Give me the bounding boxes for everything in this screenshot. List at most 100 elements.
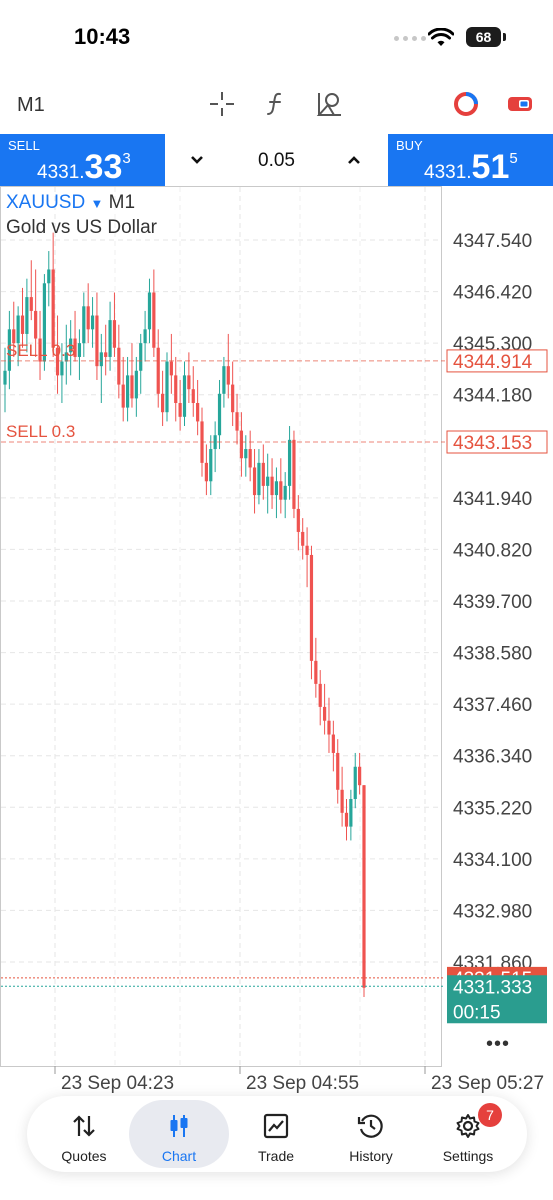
candle-body — [349, 798, 353, 827]
bottom-navigation: Quotes Chart Trade History Settings — [27, 1096, 527, 1172]
candle-body — [248, 449, 252, 468]
price-axis-label: 4336.340 — [453, 747, 532, 768]
candlestick-icon — [170, 1115, 188, 1137]
price-axis-label: 4341.940 — [453, 489, 532, 510]
nav-quotes[interactable]: Quotes — [34, 1100, 134, 1168]
candle-body — [161, 393, 165, 413]
candle-body — [279, 481, 283, 500]
candle-body — [244, 449, 248, 459]
candle-body — [353, 766, 357, 799]
candle-body — [327, 720, 331, 735]
one-click-trade-bar: SELL 4331.333 0.05 BUY 4331.515 — [0, 134, 553, 186]
crosshair-icon[interactable] — [208, 90, 236, 118]
timeframe-button[interactable]: M1 — [17, 94, 45, 117]
candle-body — [187, 375, 191, 390]
candle-body — [86, 306, 90, 330]
candle-body — [20, 315, 25, 334]
status-time: 10:43 — [74, 24, 131, 49]
buy-button[interactable]: BUY 4331.515 — [388, 134, 553, 186]
battery-tip — [503, 33, 506, 41]
candle-body — [292, 439, 296, 509]
price-axis-label: 4344.180 — [453, 386, 532, 407]
candle-body — [60, 361, 64, 376]
candle-body — [16, 315, 20, 344]
trade-toggle-icon[interactable] — [506, 90, 534, 118]
bar-timer-label: 00:15 — [453, 1002, 501, 1023]
candle-body — [336, 752, 340, 790]
notification-badge: 7 — [478, 1103, 502, 1127]
trend-chart-icon — [263, 1113, 289, 1139]
sell-button[interactable]: SELL 4331.333 — [0, 134, 165, 186]
order-label: SELL 0.3 — [6, 422, 75, 441]
candle-body — [169, 361, 173, 376]
candle-body — [252, 467, 257, 496]
candle-body — [139, 343, 143, 371]
objects-icon[interactable] — [316, 90, 344, 118]
candle-body — [266, 476, 270, 486]
price-axis-label: 4338.580 — [453, 644, 532, 665]
arrows-updown-icon — [73, 1115, 95, 1137]
price-axis-label: 4335.220 — [453, 798, 532, 819]
one-click-trading-icon[interactable] — [452, 90, 480, 118]
candle-body — [77, 343, 82, 357]
candle-body — [174, 375, 178, 404]
price-axis-label: 4346.420 — [453, 283, 532, 304]
nav-chart[interactable]: Chart — [129, 1100, 229, 1168]
price-axis-label: 4337.460 — [453, 695, 532, 716]
candle-body — [156, 347, 160, 394]
chart-canvas[interactable]: 4347.5404346.4204345.3004344.1804341.940… — [0, 186, 553, 1100]
candle-body — [25, 297, 29, 334]
candle-body — [191, 389, 195, 404]
candle-body — [309, 554, 314, 661]
candle-body — [209, 449, 213, 482]
indicators-icon[interactable] — [262, 90, 290, 118]
bid-price-label: 4331.333 — [453, 977, 532, 998]
candle-body — [239, 430, 244, 459]
sell-label: SELL — [8, 138, 40, 153]
candle-body — [204, 462, 208, 482]
price-axis-label: 4340.820 — [453, 540, 532, 561]
candle-body — [331, 734, 335, 753]
candle-body — [165, 361, 169, 413]
candle-body — [314, 660, 318, 684]
candle-body — [95, 315, 99, 367]
candle-body — [261, 462, 265, 486]
sell-price: 4331.333 — [37, 148, 131, 186]
price-axis-label: 4339.700 — [453, 592, 532, 613]
nav-history[interactable]: History — [321, 1100, 421, 1168]
candle-body — [358, 766, 362, 786]
order-price-label: 4344.914 — [453, 352, 533, 373]
price-axis-label: 4334.100 — [453, 850, 532, 871]
status-bar: 10:43 68 — [0, 0, 553, 80]
candle-body — [362, 785, 366, 988]
price-axis-label: 4347.540 — [453, 231, 532, 252]
candle-body — [29, 297, 33, 311]
nav-label: History — [349, 1148, 393, 1164]
price-axis-label: 4332.980 — [453, 901, 532, 922]
buy-label: BUY — [396, 138, 423, 153]
candle-body — [283, 485, 287, 500]
chart-frame — [0, 186, 442, 1067]
candle-body — [121, 384, 125, 408]
chart-symbol[interactable]: XAUUSD ▼ M1 — [6, 192, 135, 214]
candle-body — [235, 412, 239, 431]
cellular-signal-icon — [394, 36, 426, 41]
candle-body — [108, 320, 112, 357]
nav-trade[interactable]: Trade — [226, 1100, 326, 1168]
chevron-up-icon[interactable] — [342, 148, 366, 172]
candle-body — [51, 269, 55, 348]
candle-body — [125, 375, 130, 408]
time-axis-label: 23 Sep 05:27 — [431, 1073, 544, 1094]
candle-body — [213, 435, 217, 450]
more-options-icon[interactable]: ••• — [486, 1033, 510, 1056]
candle-body — [296, 508, 300, 532]
price-chart[interactable]: 4347.540 4346.420 4345.300 4344.180 4341.940… — [0, 186, 553, 1100]
candle-body — [47, 269, 51, 284]
nav-label: Chart — [161, 1148, 197, 1164]
candle-body — [270, 476, 274, 496]
nav-label: Quotes — [61, 1148, 107, 1164]
candle-body — [226, 366, 230, 385]
nav-label: Settings — [442, 1148, 494, 1164]
candle-body — [322, 706, 327, 721]
nav-settings[interactable]: Settings — [418, 1100, 518, 1168]
